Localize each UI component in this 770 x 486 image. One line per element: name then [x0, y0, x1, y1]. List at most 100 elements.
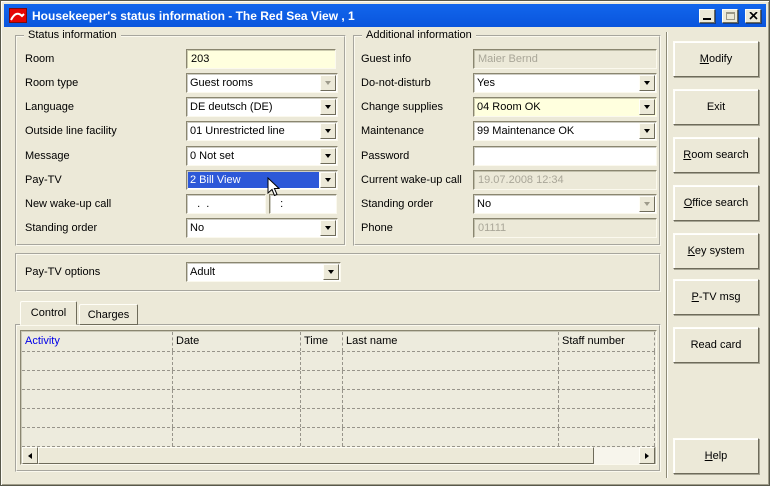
outside-line-value: 01 Unrestricted line	[188, 123, 319, 139]
phone-field	[473, 218, 657, 238]
close-button[interactable]	[745, 9, 761, 23]
column-header-last-name[interactable]: Last name	[343, 332, 559, 351]
scroll-left-button[interactable]	[22, 447, 38, 464]
pay-tv-dropdown-button[interactable]	[320, 172, 336, 188]
table-row	[22, 352, 655, 371]
change-supplies-label: Change supplies	[361, 101, 443, 113]
chevron-down-icon	[644, 202, 650, 206]
do-not-disturb-label: Do-not-disturb	[361, 77, 431, 89]
app-logo-icon	[9, 8, 27, 23]
maintenance-combo[interactable]: 99 Maintenance OK	[473, 121, 657, 141]
outside-line-label: Outside line facility	[25, 125, 117, 137]
current-wakeup-label: Current wake-up call	[361, 174, 462, 186]
chevron-down-icon	[325, 226, 331, 230]
table-header-row: Activity Date Time Last name Staff numbe…	[22, 332, 655, 352]
exit-button[interactable]: Exit	[673, 89, 759, 125]
language-label: Language	[25, 101, 74, 113]
message-combo[interactable]: 0 Not set	[186, 146, 338, 166]
paytv-options-label: Pay-TV options	[25, 266, 100, 278]
chevron-down-icon	[644, 81, 650, 85]
room-search-button[interactable]: Room search	[673, 137, 759, 173]
horizontal-scrollbar[interactable]	[22, 447, 655, 464]
chevron-down-icon	[325, 178, 331, 182]
office-search-button[interactable]: Office search	[673, 185, 759, 221]
chevron-down-icon	[328, 270, 334, 274]
paytv-options-combo[interactable]: Adult	[186, 262, 341, 282]
column-header-time[interactable]: Time	[301, 332, 343, 351]
chevron-down-icon	[325, 81, 331, 85]
maintenance-value: 99 Maintenance OK	[475, 123, 638, 139]
message-dropdown-button[interactable]	[320, 148, 336, 164]
modify-button[interactable]: Modify	[673, 41, 759, 77]
standing-order-right-dropdown-button[interactable]	[639, 196, 655, 212]
chevron-down-icon	[325, 129, 331, 133]
room-type-value: Guest rooms	[188, 75, 319, 91]
current-wakeup-field	[473, 170, 657, 190]
guest-info-field	[473, 49, 657, 69]
mouse-cursor-icon	[267, 177, 281, 200]
new-wakeup-label: New wake-up call	[25, 198, 111, 210]
table-row	[22, 371, 655, 390]
room-type-label: Room type	[25, 77, 78, 89]
chevron-down-icon	[325, 105, 331, 109]
key-system-button[interactable]: Key system	[673, 233, 759, 269]
standing-order-right-label: Standing order	[361, 198, 433, 210]
change-supplies-dropdown-button[interactable]	[639, 99, 655, 115]
arrow-left-icon	[28, 453, 32, 459]
housekeeper-status-window: Housekeeper's status information - The R…	[0, 0, 770, 486]
outside-line-combo[interactable]: 01 Unrestricted line	[186, 121, 338, 141]
change-supplies-combo[interactable]: 04 Room OK	[473, 97, 657, 117]
room-input[interactable]	[186, 49, 336, 69]
activity-table: Activity Date Time Last name Staff numbe…	[20, 330, 657, 465]
minimize-button[interactable]	[699, 9, 715, 23]
title-bar[interactable]: Housekeeper's status information - The R…	[4, 4, 766, 27]
table-row	[22, 409, 655, 428]
do-not-disturb-dropdown-button[interactable]	[639, 75, 655, 91]
outside-line-dropdown-button[interactable]	[320, 123, 336, 139]
scrollbar-thumb[interactable]	[38, 447, 594, 464]
change-supplies-value: 04 Room OK	[475, 99, 638, 115]
scroll-right-button[interactable]	[639, 447, 655, 464]
maximize-button[interactable]	[722, 9, 738, 23]
column-header-staff-number[interactable]: Staff number	[559, 332, 655, 351]
room-label: Room	[25, 53, 54, 65]
table-row	[22, 390, 655, 409]
chevron-down-icon	[644, 129, 650, 133]
help-button[interactable]: Help	[673, 438, 759, 474]
new-wakeup-date-input[interactable]	[186, 194, 266, 214]
standing-order-value: No	[188, 220, 319, 236]
tab-charges[interactable]: Charges	[79, 304, 138, 325]
password-label: Password	[361, 150, 409, 162]
window-title: Housekeeper's status information - The R…	[32, 9, 692, 23]
pay-tv-combo[interactable]: 2 Bill View	[186, 170, 338, 190]
chevron-down-icon	[325, 154, 331, 158]
do-not-disturb-combo[interactable]: Yes	[473, 73, 657, 93]
additional-group-title: Additional information	[362, 29, 476, 41]
paytv-options-dropdown-button[interactable]	[323, 264, 339, 280]
language-dropdown-button[interactable]	[320, 99, 336, 115]
message-label: Message	[25, 150, 70, 162]
password-input[interactable]	[473, 146, 657, 166]
pay-tv-value: 2 Bill View	[188, 172, 319, 188]
column-header-date[interactable]: Date	[173, 332, 301, 351]
room-type-dropdown-button[interactable]	[320, 75, 336, 91]
standing-order-dropdown-button[interactable]	[320, 220, 336, 236]
chevron-down-icon	[644, 105, 650, 109]
ptv-msg-button[interactable]: P-TV msg	[673, 279, 759, 315]
room-type-combo[interactable]: Guest rooms	[186, 73, 338, 93]
language-combo[interactable]: DE deutsch (DE)	[186, 97, 338, 117]
table-row	[22, 428, 655, 447]
maintenance-dropdown-button[interactable]	[639, 123, 655, 139]
maintenance-label: Maintenance	[361, 125, 424, 137]
tab-control[interactable]: Control	[20, 301, 77, 325]
do-not-disturb-value: Yes	[475, 75, 638, 91]
pay-tv-label: Pay-TV	[25, 174, 62, 186]
language-value: DE deutsch (DE)	[188, 99, 319, 115]
scrollbar-track[interactable]	[594, 447, 639, 464]
column-header-activity[interactable]: Activity	[22, 332, 173, 351]
standing-order-right-combo[interactable]: No	[473, 194, 657, 214]
standing-order-label: Standing order	[25, 222, 97, 234]
arrow-right-icon	[645, 453, 649, 459]
standing-order-combo[interactable]: No	[186, 218, 338, 238]
read-card-button[interactable]: Read card	[673, 327, 759, 363]
